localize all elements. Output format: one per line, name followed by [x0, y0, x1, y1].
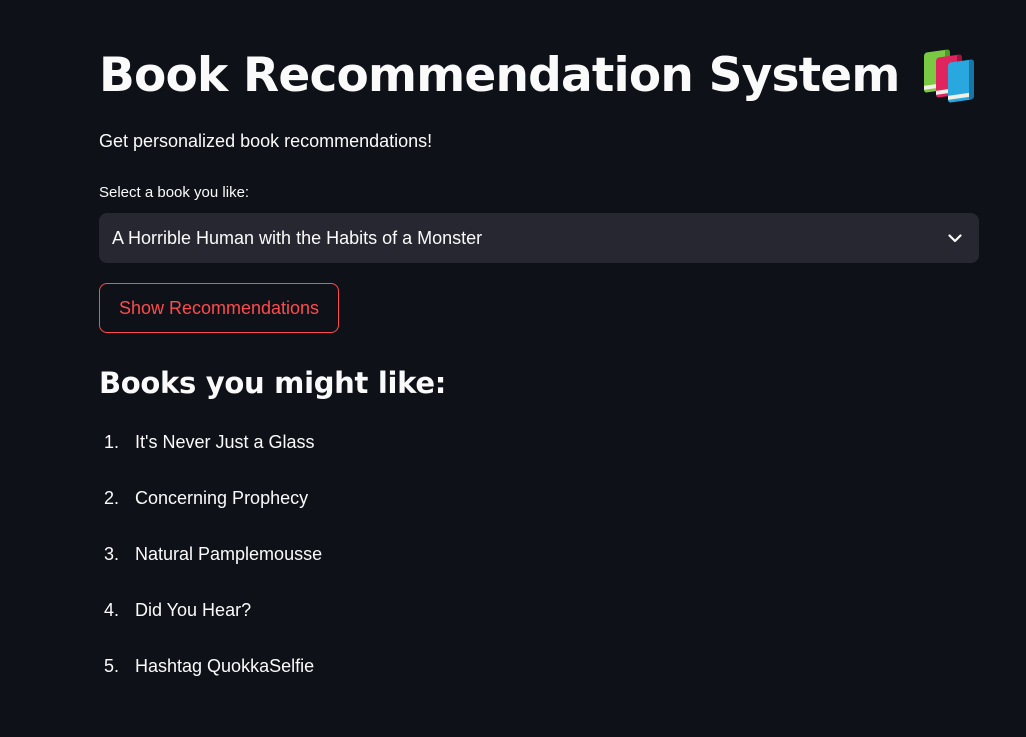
list-item-title: Natural Pamplemousse — [135, 544, 323, 564]
list-item-number: 2. — [104, 488, 120, 508]
show-recommendations-button[interactable]: Show Recommendations — [99, 283, 339, 333]
select-value: A Horrible Human with the Habits of a Mo… — [112, 227, 483, 248]
select-label: Select a book you like: — [99, 184, 250, 201]
list-item: 5. Hashtag QuokkaSelfie — [99, 656, 322, 712]
list-item-number: 3. — [104, 544, 120, 564]
list-item-number: 4. — [104, 600, 120, 620]
list-item-title: It's Never Just a Glass — [135, 432, 315, 452]
blue-book — [947, 59, 974, 103]
recommendations-heading: Books you might like: — [99, 366, 447, 400]
recommendations-list: 1. It's Never Just a Glass 2. Concerning… — [99, 432, 322, 712]
list-item: 1. It's Never Just a Glass — [99, 432, 322, 488]
books-icon — [920, 49, 978, 103]
title-row: Book Recommendation System — [99, 40, 978, 110]
page-title: Book Recommendation System — [99, 47, 900, 103]
list-item-title: Hashtag QuokkaSelfie — [135, 656, 315, 676]
page-subtitle: Get personalized book recommendations! — [99, 131, 433, 151]
chevron-down-icon[interactable] — [947, 230, 963, 246]
list-item: 3. Natural Pamplemousse — [99, 544, 322, 600]
book-select[interactable]: A Horrible Human with the Habits of a Mo… — [99, 213, 979, 263]
list-item: 4. Did You Hear? — [99, 600, 322, 656]
list-item-title: Concerning Prophecy — [135, 488, 309, 508]
list-item-number: 1. — [104, 432, 120, 452]
list-item: 2. Concerning Prophecy — [99, 488, 322, 544]
list-item-title: Did You Hear? — [135, 600, 252, 620]
list-item-number: 5. — [104, 656, 120, 676]
